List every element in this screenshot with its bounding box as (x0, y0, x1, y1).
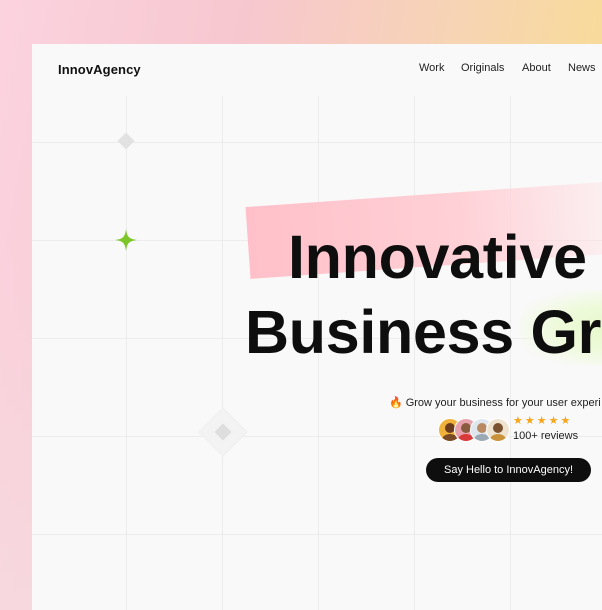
tagline-text: Grow your business for your user experi (405, 397, 601, 409)
avatar (486, 418, 510, 442)
headline-line-1: Innovative (288, 223, 587, 291)
reviews-count: 100+ reviews (513, 430, 579, 442)
sparkle-icon (115, 229, 137, 251)
hero-tagline: 🔥 Grow your business for your user experi (389, 396, 601, 409)
nav-item-about[interactable]: About (522, 62, 551, 74)
diamond-icon (198, 407, 248, 457)
fire-icon: 🔥 (389, 397, 403, 409)
headline-line-2: Business Gr (245, 298, 602, 366)
nav-item-work[interactable]: Work (419, 62, 444, 74)
browser-page: InnovAgency Work Originals About News In… (32, 44, 602, 610)
diamond-icon (117, 132, 135, 150)
nav-item-news[interactable]: News (568, 62, 596, 74)
say-hello-button[interactable]: Say Hello to InnovAgency! (426, 458, 591, 482)
rating-stars: ★★★★★ (513, 415, 573, 427)
navbar: InnovAgency Work Originals About News (32, 44, 602, 96)
nav-item-originals[interactable]: Originals (461, 62, 504, 74)
brand-logo[interactable]: InnovAgency (58, 62, 141, 77)
